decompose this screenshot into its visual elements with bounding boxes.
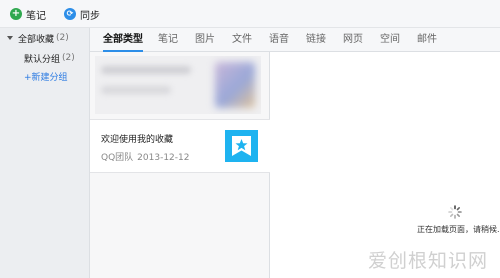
bookmark-star-icon <box>232 136 251 156</box>
expand-triangle-icon[interactable] <box>7 36 13 40</box>
sidebar-item-count: (2) <box>62 53 75 63</box>
tab-files[interactable]: 文件 <box>232 28 252 52</box>
blurred-thumbnail <box>215 62 255 108</box>
favorites-list: 欢迎使用我的收藏 QQ团队 2013-12-12 <box>90 52 270 278</box>
new-group-label: +新建分组 <box>24 72 68 83</box>
loading-text: 正在加载页面，请稍候... <box>417 225 500 234</box>
sync-icon: ⟳ <box>64 8 76 20</box>
tab-qzone[interactable]: 空间 <box>380 28 400 52</box>
sidebar-item-label: 全部收藏 <box>18 34 55 45</box>
item-source: QQ团队 <box>101 153 134 163</box>
new-note-label: 笔记 <box>26 10 46 22</box>
preview-pane: 正在加载页面，请稍候... <box>271 52 500 278</box>
tab-notes[interactable]: 笔记 <box>158 28 178 52</box>
list-item[interactable]: 欢迎使用我的收藏 QQ团队 2013-12-12 <box>90 120 270 172</box>
new-group-link[interactable]: +新建分组 <box>0 68 90 84</box>
tab-voice[interactable]: 语音 <box>269 28 289 52</box>
new-note-button[interactable]: + 笔记 <box>10 6 46 22</box>
favorites-star-icon <box>225 130 258 162</box>
toolbar: + 笔记 ⟳ 同步 <box>0 0 500 28</box>
tab-all-types[interactable]: 全部类型 <box>103 28 143 52</box>
sidebar-item-label: 默认分组 <box>24 54 61 65</box>
item-date: 2013-12-12 <box>137 153 190 163</box>
sync-label: 同步 <box>80 10 100 22</box>
blurred-text <box>101 66 191 74</box>
tab-mail[interactable]: 邮件 <box>417 28 437 52</box>
item-title: 欢迎使用我的收藏 <box>101 135 174 145</box>
tab-links[interactable]: 链接 <box>306 28 326 52</box>
sidebar: 全部收藏 (2) 默认分组 (2) +新建分组 <box>0 28 90 278</box>
type-tabs: 全部类型 笔记 图片 文件 语音 链接 网页 空间 邮件 <box>90 28 500 52</box>
blurred-text <box>101 86 171 94</box>
sidebar-item-all[interactable]: 全部收藏 (2) <box>0 30 90 46</box>
sync-button[interactable]: ⟳ 同步 <box>64 6 100 22</box>
plus-icon: + <box>10 8 22 20</box>
list-item[interactable] <box>95 56 261 114</box>
tab-webpages[interactable]: 网页 <box>343 28 363 52</box>
watermark: 爱创根知识网 <box>368 250 489 272</box>
sidebar-item-count: (2) <box>56 33 69 43</box>
loading-spinner-icon <box>448 205 462 219</box>
item-meta: QQ团队 2013-12-12 <box>101 150 189 163</box>
divider <box>90 172 270 173</box>
sidebar-item-default-group[interactable]: 默认分组 (2) <box>0 50 90 66</box>
tab-images[interactable]: 图片 <box>195 28 215 52</box>
